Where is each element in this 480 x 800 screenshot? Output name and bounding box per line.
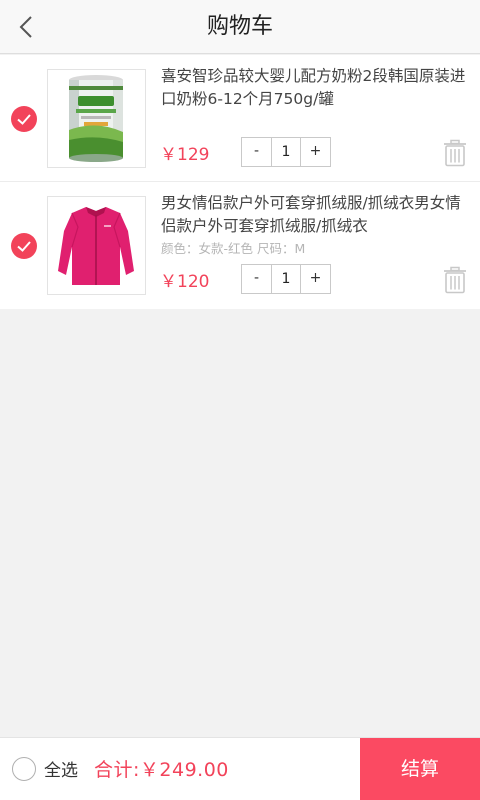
delete-button[interactable] bbox=[442, 266, 468, 294]
product-image[interactable] bbox=[47, 69, 146, 168]
cart-item: 男女情侣款户外可套穿抓绒服/抓绒衣男女情侣款户外可套穿抓绒服/抓绒衣 颜色：女款… bbox=[0, 182, 480, 309]
delete-button[interactable] bbox=[442, 139, 468, 167]
cart-list: 喜安智珍品较大婴儿配方奶粉2段韩国原装进口奶粉6-12个月750g/罐 ￥129… bbox=[0, 55, 480, 309]
decrease-button[interactable]: - bbox=[242, 138, 271, 166]
top-bar: 购物车 bbox=[0, 0, 480, 54]
select-all-checkbox[interactable] bbox=[12, 757, 36, 781]
product-price: ￥120 bbox=[160, 272, 210, 292]
bottom-bar: 全选 合计:￥249.00 结算 bbox=[0, 737, 480, 800]
product-price: ￥129 bbox=[160, 145, 210, 165]
product-spec: 颜色：女款-红色 尺码：M bbox=[161, 241, 306, 256]
quantity-stepper: - 1 + bbox=[241, 264, 331, 294]
total-amount: 合计:￥249.00 bbox=[94, 759, 229, 781]
trash-icon bbox=[444, 139, 466, 167]
select-all-label[interactable]: 全选 bbox=[44, 756, 78, 781]
product-title[interactable]: 男女情侣款户外可套穿抓绒服/抓绒衣男女情侣款户外可套穿抓绒服/抓绒衣 bbox=[161, 192, 471, 238]
quantity-value[interactable]: 1 bbox=[271, 138, 301, 166]
item-checkbox[interactable] bbox=[11, 106, 37, 132]
checkout-button[interactable]: 结算 bbox=[360, 738, 480, 800]
decrease-button[interactable]: - bbox=[242, 265, 271, 293]
cart-item: 喜安智珍品较大婴儿配方奶粉2段韩国原装进口奶粉6-12个月750g/罐 ￥129… bbox=[0, 55, 480, 182]
fleece-jacket-image bbox=[48, 197, 145, 294]
milk-powder-can-image bbox=[48, 70, 145, 167]
quantity-value[interactable]: 1 bbox=[271, 265, 301, 293]
quantity-stepper: - 1 + bbox=[241, 137, 331, 167]
product-image[interactable] bbox=[47, 196, 146, 295]
checkmark-icon bbox=[17, 241, 31, 252]
item-checkbox[interactable] bbox=[11, 233, 37, 259]
increase-button[interactable]: + bbox=[301, 138, 330, 166]
increase-button[interactable]: + bbox=[301, 265, 330, 293]
product-title[interactable]: 喜安智珍品较大婴儿配方奶粉2段韩国原装进口奶粉6-12个月750g/罐 bbox=[161, 65, 471, 111]
trash-icon bbox=[444, 266, 466, 294]
page-title: 购物车 bbox=[206, 14, 273, 39]
checkmark-icon bbox=[17, 114, 31, 125]
